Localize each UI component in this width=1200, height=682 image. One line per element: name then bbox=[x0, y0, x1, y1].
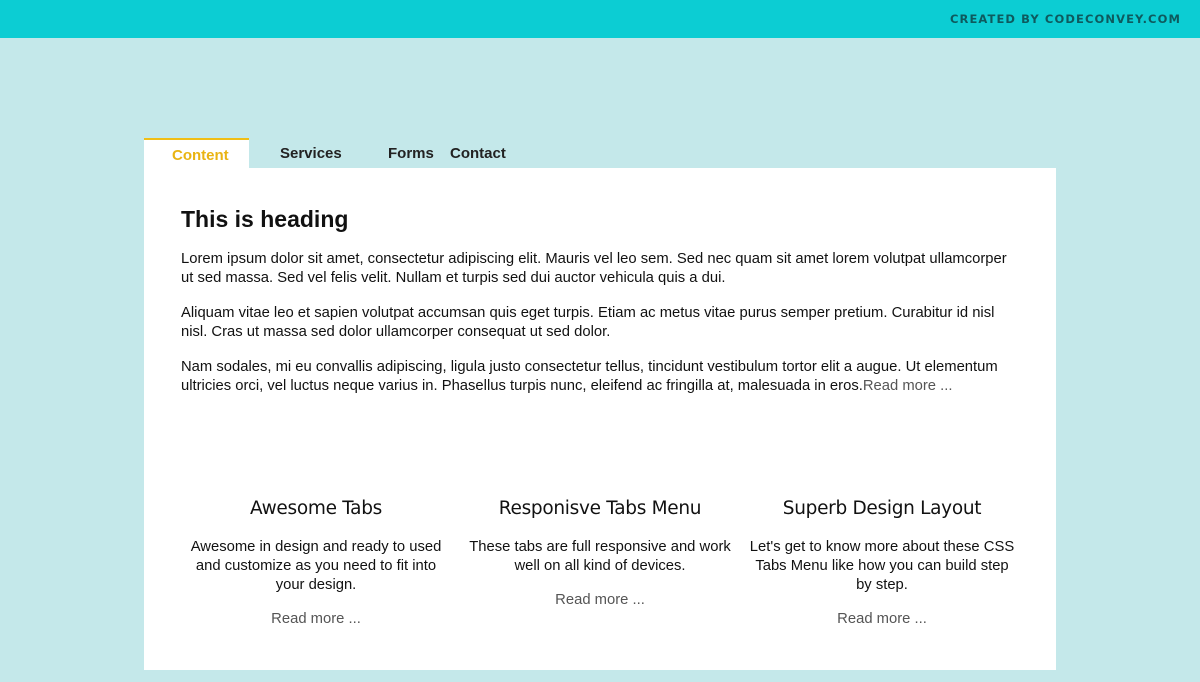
credit-text: CREATED BY CODECONVEY.COM bbox=[949, 12, 1181, 26]
content-panel: This is heading Lorem ipsum dolor sit am… bbox=[144, 168, 1056, 670]
feature-text: These tabs are full responsive and work … bbox=[469, 539, 731, 574]
feature-text: Awesome in design and ready to used and … bbox=[190, 539, 442, 593]
top-bar: CREATED BY CODECONVEY.COM bbox=[0, 0, 1200, 38]
content-paragraph: Aliquam vitae leo et sapien volutpat acc… bbox=[181, 305, 995, 340]
feature-title: Awesome Tabs bbox=[249, 498, 382, 519]
content-heading: This is heading bbox=[181, 206, 349, 232]
tab-contact[interactable]: Contact bbox=[450, 138, 506, 168]
feature-column: Responisve Tabs Menu These tabs are full… bbox=[466, 498, 734, 609]
tab-bar: Content Services Forms Contact bbox=[144, 138, 506, 168]
feature-read-more-link[interactable]: Read more ... bbox=[837, 611, 927, 627]
content-paragraph: Nam sodales, mi eu convallis adipiscing,… bbox=[181, 358, 1021, 396]
content-paragraph: Lorem ipsum dolor sit amet, consectetur … bbox=[181, 251, 1007, 286]
tab-content[interactable]: Content bbox=[144, 138, 249, 168]
tab-services[interactable]: Services bbox=[249, 138, 357, 168]
feature-title: Superb Design Layout bbox=[782, 498, 982, 519]
tab-forms[interactable]: Forms bbox=[357, 138, 450, 168]
feature-column: Awesome Tabs Awesome in design and ready… bbox=[182, 498, 450, 628]
feature-title: Responisve Tabs Menu bbox=[498, 498, 702, 519]
feature-text: Let's get to know more about these CSS T… bbox=[749, 539, 1015, 593]
read-more-link[interactable]: Read more ... bbox=[863, 378, 953, 394]
feature-read-more-link[interactable]: Read more ... bbox=[555, 592, 645, 608]
feature-column: Superb Design Layout Let's get to know m… bbox=[748, 498, 1016, 628]
feature-read-more-link[interactable]: Read more ... bbox=[271, 611, 361, 627]
